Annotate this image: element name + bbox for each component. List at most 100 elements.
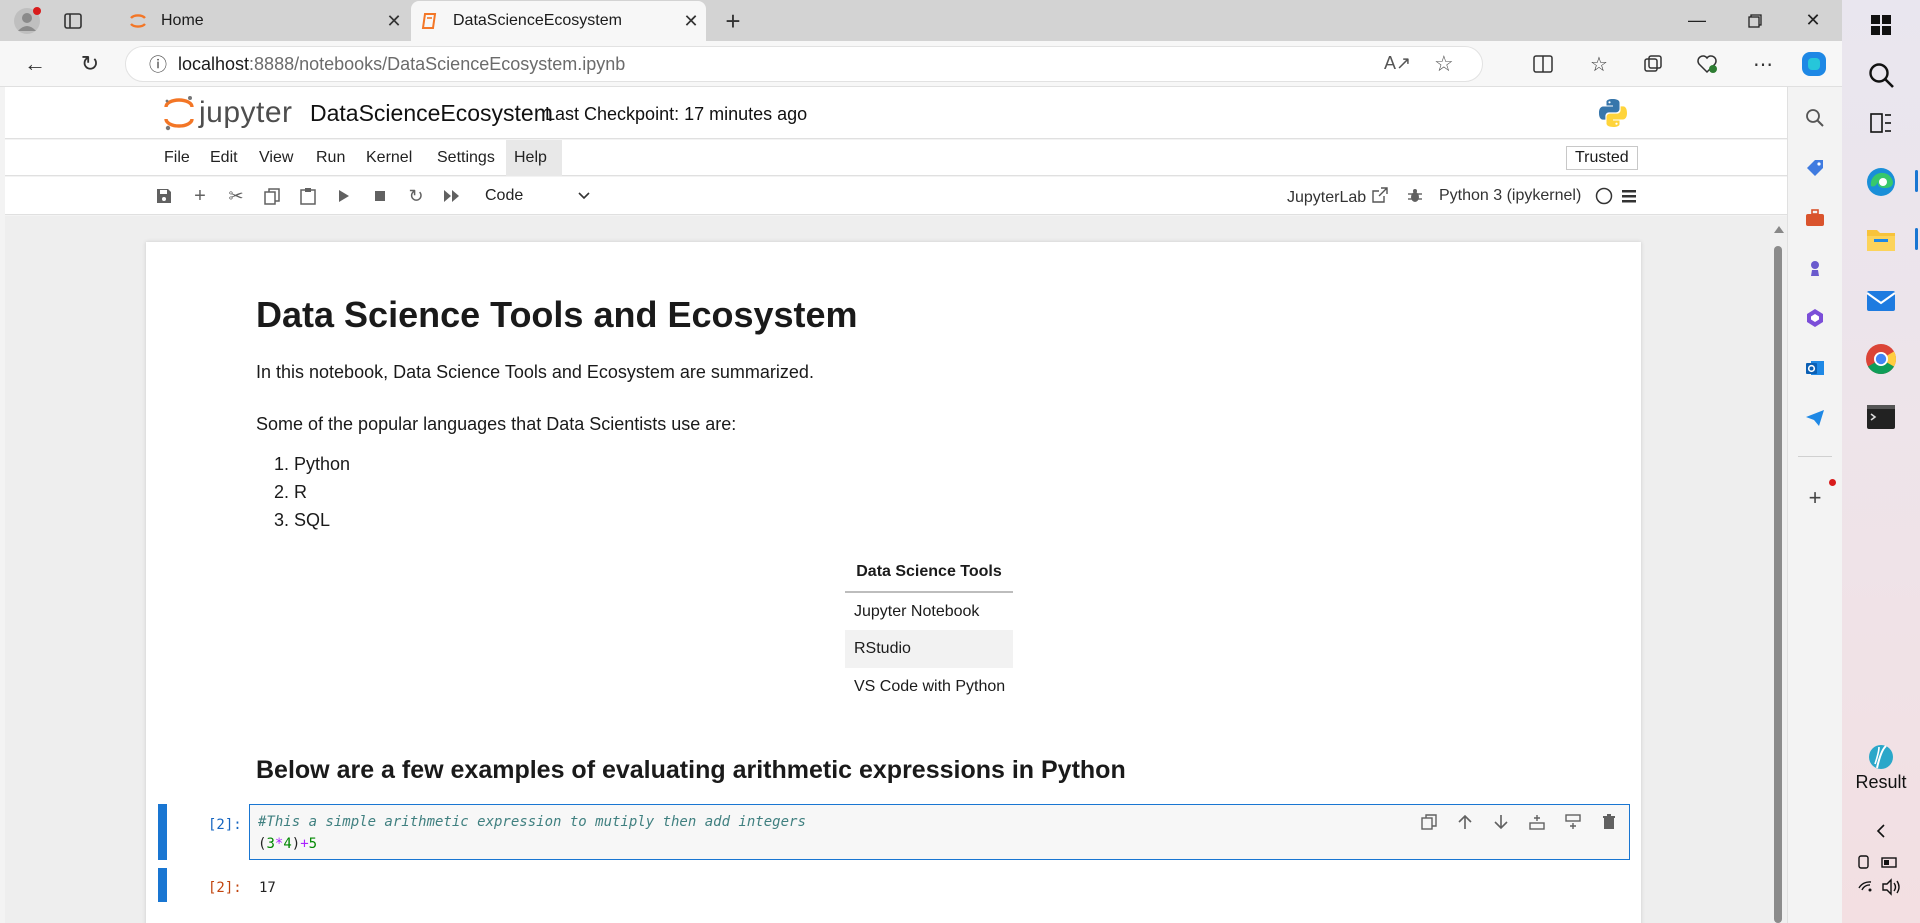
close-window-icon[interactable]: ✕: [1784, 0, 1842, 41]
tab-home[interactable]: Home ✕: [119, 1, 409, 41]
file-explorer-icon[interactable]: [1864, 222, 1898, 256]
tab-actions-icon[interactable]: [60, 8, 86, 34]
cut-icon[interactable]: ✂: [225, 185, 247, 207]
menu-help[interactable]: Help: [506, 140, 562, 176]
notebook-page: Data Science Tools and Ecosystem In this…: [146, 242, 1641, 923]
notebook-panel: Data Science Tools and Ecosystem In this…: [5, 216, 1775, 923]
run-cell-icon[interactable]: [333, 185, 355, 207]
favorites-icon[interactable]: ☆: [1584, 49, 1614, 79]
kernel-idle-icon: [1593, 185, 1615, 207]
languages-intro: Some of the popular languages that Data …: [256, 414, 737, 434]
save-icon[interactable]: [153, 185, 175, 207]
copilot-icon[interactable]: [1797, 47, 1831, 81]
back-icon[interactable]: ←: [20, 49, 50, 79]
move-up-icon[interactable]: [1454, 811, 1476, 833]
windows-taskbar: Result: [1842, 0, 1920, 923]
weather-widget-icon[interactable]: [1864, 740, 1898, 774]
duplicate-cell-icon[interactable]: [1418, 811, 1440, 833]
site-info-icon[interactable]: ⓘ: [138, 51, 178, 77]
tools-briefcase-icon[interactable]: [1800, 203, 1830, 233]
menu-settings[interactable]: Settings: [429, 140, 503, 176]
menu-view[interactable]: View: [251, 140, 301, 176]
send-telegram-icon[interactable]: [1800, 403, 1830, 433]
code-token: +: [300, 836, 309, 852]
debugger-icon[interactable]: [1404, 185, 1426, 207]
output-collapser[interactable]: [158, 868, 167, 902]
notebook-scrollbar[interactable]: [1770, 216, 1787, 923]
tab-title: DataScienceEcosystem: [453, 12, 622, 29]
delete-cell-icon[interactable]: [1598, 811, 1620, 833]
jupyter-logo[interactable]: jupyter: [163, 95, 293, 131]
shopping-tag-icon[interactable]: [1800, 153, 1830, 183]
scroll-up-arrow-icon[interactable]: [1774, 226, 1784, 233]
restart-kernel-icon[interactable]: ↻: [405, 185, 427, 207]
outlook-icon[interactable]: [1800, 353, 1830, 383]
chevron-left-icon[interactable]: [1864, 816, 1898, 846]
task-view-icon[interactable]: [1864, 106, 1898, 140]
menu-file[interactable]: File: [156, 140, 198, 176]
read-aloud-icon[interactable]: A↗: [1384, 53, 1411, 74]
mail-icon[interactable]: [1864, 284, 1898, 318]
search-icon[interactable]: [1864, 58, 1898, 92]
browser-essentials-icon[interactable]: [1692, 49, 1722, 79]
external-link-icon: [1372, 187, 1388, 208]
menu-kernel[interactable]: Kernel: [358, 140, 420, 176]
jupyter-logo-icon: [164, 96, 194, 131]
code-token: 4: [283, 836, 292, 852]
add-sidebar-app-icon[interactable]: +: [1800, 483, 1830, 513]
favorite-star-icon[interactable]: ☆: [1434, 51, 1454, 77]
copy-icon[interactable]: [261, 185, 283, 207]
active-cell-indicator[interactable]: [158, 804, 167, 860]
minimize-icon[interactable]: —: [1668, 0, 1726, 41]
url-path: :8888/notebooks/DataScienceEcosystem.ipy…: [249, 53, 626, 74]
examples-heading: Below are a few examples of evaluating a…: [256, 756, 1126, 784]
interrupt-kernel-icon[interactable]: [369, 185, 391, 207]
code-cell-editor[interactable]: #This a simple arithmetic expression to …: [249, 804, 1630, 860]
input-prompt: [2]:: [208, 817, 242, 833]
restore-icon[interactable]: [1726, 0, 1784, 41]
insert-cell-icon[interactable]: +: [189, 185, 211, 207]
close-tab-icon[interactable]: ✕: [379, 11, 409, 32]
more-options-icon[interactable]: ⋯: [1748, 49, 1778, 79]
terminal-icon[interactable]: [1864, 400, 1898, 434]
menu-edit[interactable]: Edit: [202, 140, 246, 176]
insert-below-icon[interactable]: [1562, 811, 1584, 833]
insert-above-icon[interactable]: [1526, 811, 1548, 833]
open-jupyterlab-link[interactable]: JupyterLab: [1287, 187, 1388, 208]
python-logo-icon: [1597, 97, 1629, 134]
new-tab-icon[interactable]: +: [718, 6, 748, 36]
reload-icon[interactable]: ↻: [75, 49, 105, 79]
tab-notebook[interactable]: DataScienceEcosystem ✕: [411, 1, 706, 41]
code-comment: #This a simple arithmetic expression to …: [258, 814, 806, 830]
menu-hamburger-icon[interactable]: [1618, 185, 1640, 207]
move-down-icon[interactable]: [1490, 811, 1512, 833]
close-tab-icon[interactable]: ✕: [676, 11, 706, 32]
code-token: ): [291, 836, 301, 852]
paste-icon[interactable]: [297, 185, 319, 207]
profile-icon[interactable]: [12, 6, 42, 36]
search-icon[interactable]: [1800, 103, 1830, 133]
menu-run[interactable]: Run: [308, 140, 353, 176]
microsoft365-icon[interactable]: [1800, 303, 1830, 333]
notebook-title[interactable]: DataScienceEcosystem: [310, 100, 553, 127]
restart-run-all-icon[interactable]: [441, 185, 463, 207]
windows-start-icon[interactable]: [1864, 8, 1898, 42]
url-host: localhost: [178, 53, 250, 74]
code-token: 5: [308, 836, 318, 852]
collections-icon[interactable]: [1638, 49, 1668, 79]
games-chess-icon[interactable]: [1800, 253, 1830, 283]
chrome-icon[interactable]: [1864, 342, 1898, 376]
code-token: 3: [266, 836, 275, 852]
split-screen-icon[interactable]: [1528, 49, 1558, 79]
languages-list: 1. Python 2. R 3. SQL: [256, 450, 350, 534]
kernel-name[interactable]: Python 3 (ipykernel): [1439, 187, 1581, 205]
trusted-indicator[interactable]: Trusted: [1566, 146, 1638, 170]
taskbar-tray-icons[interactable]: [1856, 852, 1912, 912]
notification-dot: [1829, 479, 1836, 486]
cell-type-select[interactable]: Code: [485, 184, 590, 208]
edge-browser-icon[interactable]: [1864, 165, 1898, 199]
url-field[interactable]: ⓘ localhost:8888/notebooks/DataScienceEc…: [125, 46, 1483, 82]
scrollbar-thumb[interactable]: [1774, 246, 1782, 923]
battery-icon: [1858, 855, 1900, 896]
cell-toolbar: [1418, 811, 1620, 833]
